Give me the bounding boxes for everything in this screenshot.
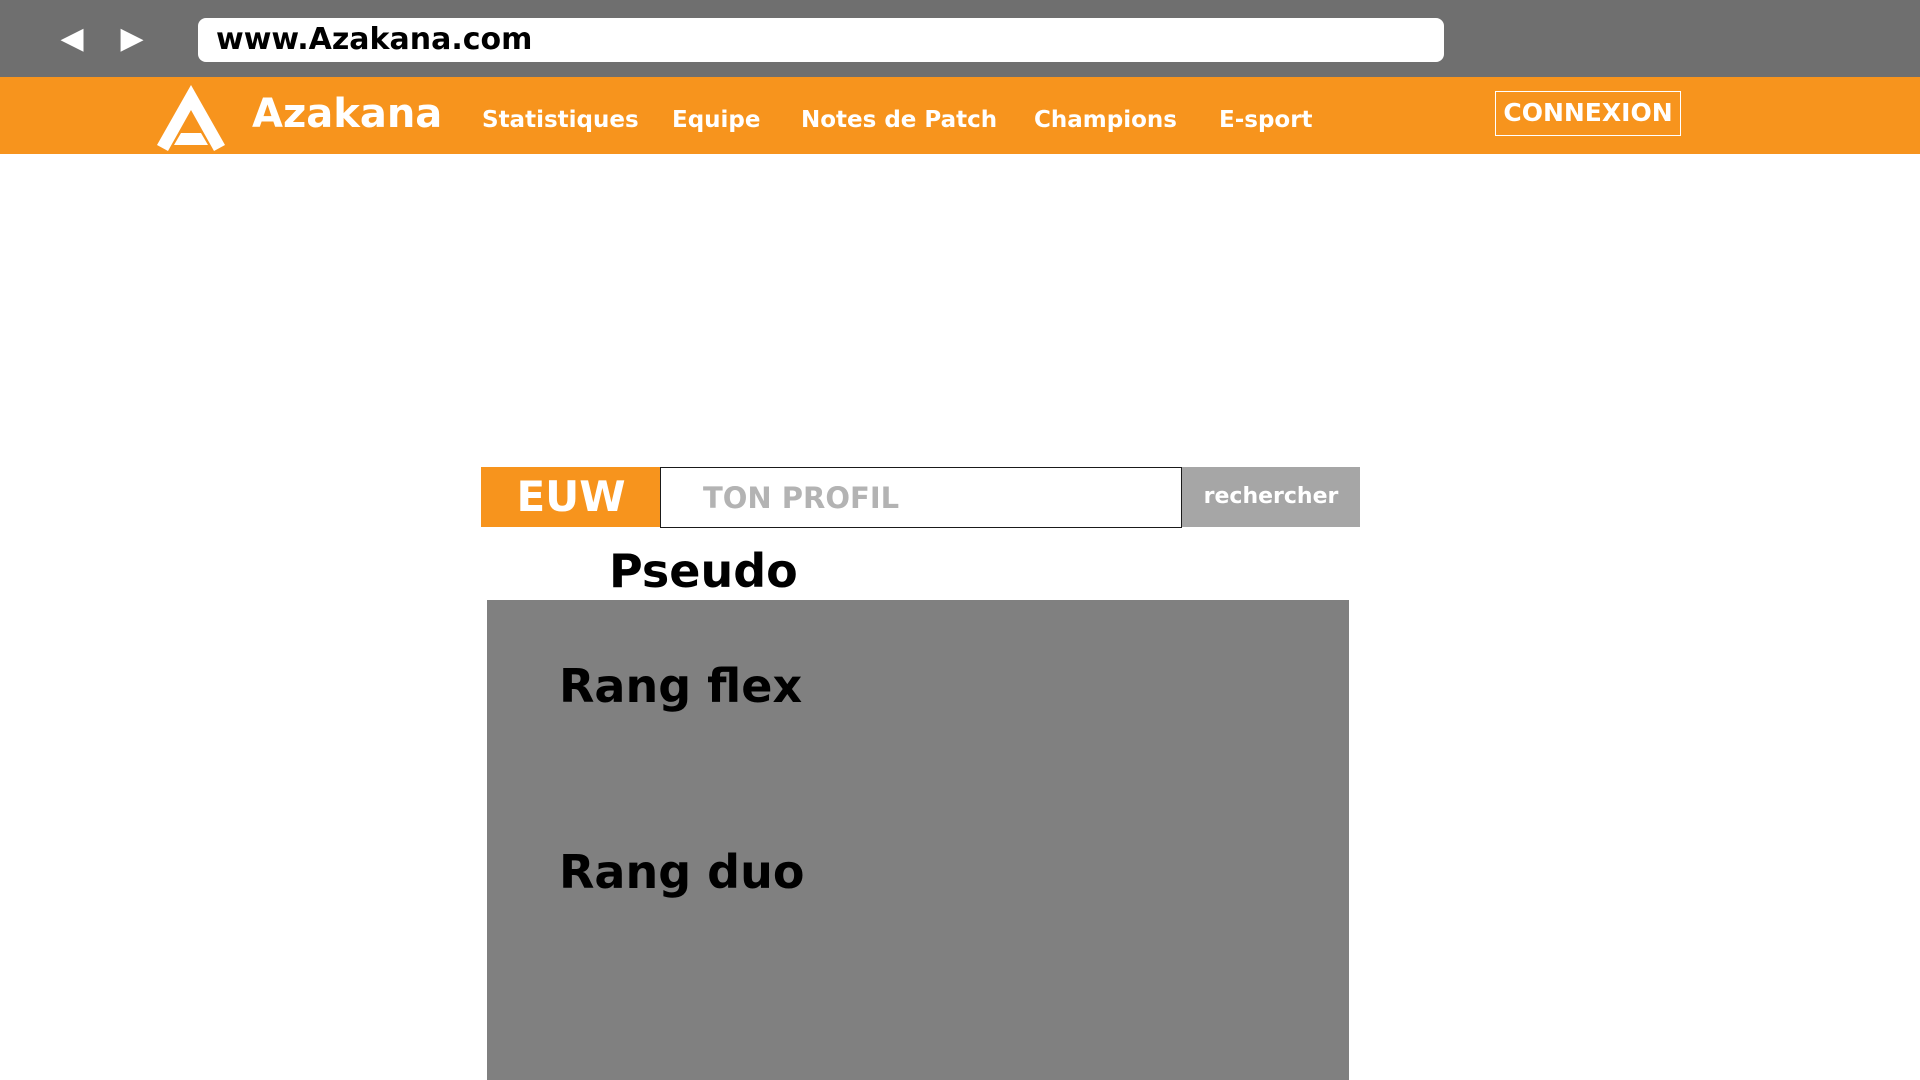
nav-notes-de-patch[interactable]: Notes de Patch <box>801 106 997 134</box>
login-button[interactable]: CONNEXION <box>1495 91 1681 136</box>
region-selector[interactable]: EUW <box>481 467 661 527</box>
site-header: Azakana Statistiques Equipe Notes de Pat… <box>0 77 1920 154</box>
forward-arrow-icon[interactable]: ▶ <box>115 24 149 54</box>
nav-statistiques[interactable]: Statistiques <box>482 106 639 134</box>
search-button[interactable]: rechercher <box>1182 467 1360 527</box>
rank-duo-label: Rang duo <box>559 845 805 899</box>
azakana-logo-icon[interactable] <box>156 83 226 151</box>
nav-equipe[interactable]: Equipe <box>672 106 761 134</box>
nav-champions[interactable]: Champions <box>1034 106 1177 134</box>
address-bar[interactable]: www.Azakana.com <box>198 18 1444 62</box>
back-arrow-icon[interactable]: ◀ <box>55 24 89 54</box>
brand-name[interactable]: Azakana <box>252 91 442 137</box>
nav-e-sport[interactable]: E-sport <box>1219 106 1313 134</box>
browser-toolbar: ◀ ▶ www.Azakana.com <box>0 0 1920 77</box>
profile-panel: Rang flex Rang duo <box>487 600 1349 1080</box>
pseudo-heading: Pseudo <box>609 544 798 598</box>
profile-search-input[interactable] <box>660 467 1182 528</box>
rank-flex-label: Rang flex <box>559 659 803 713</box>
